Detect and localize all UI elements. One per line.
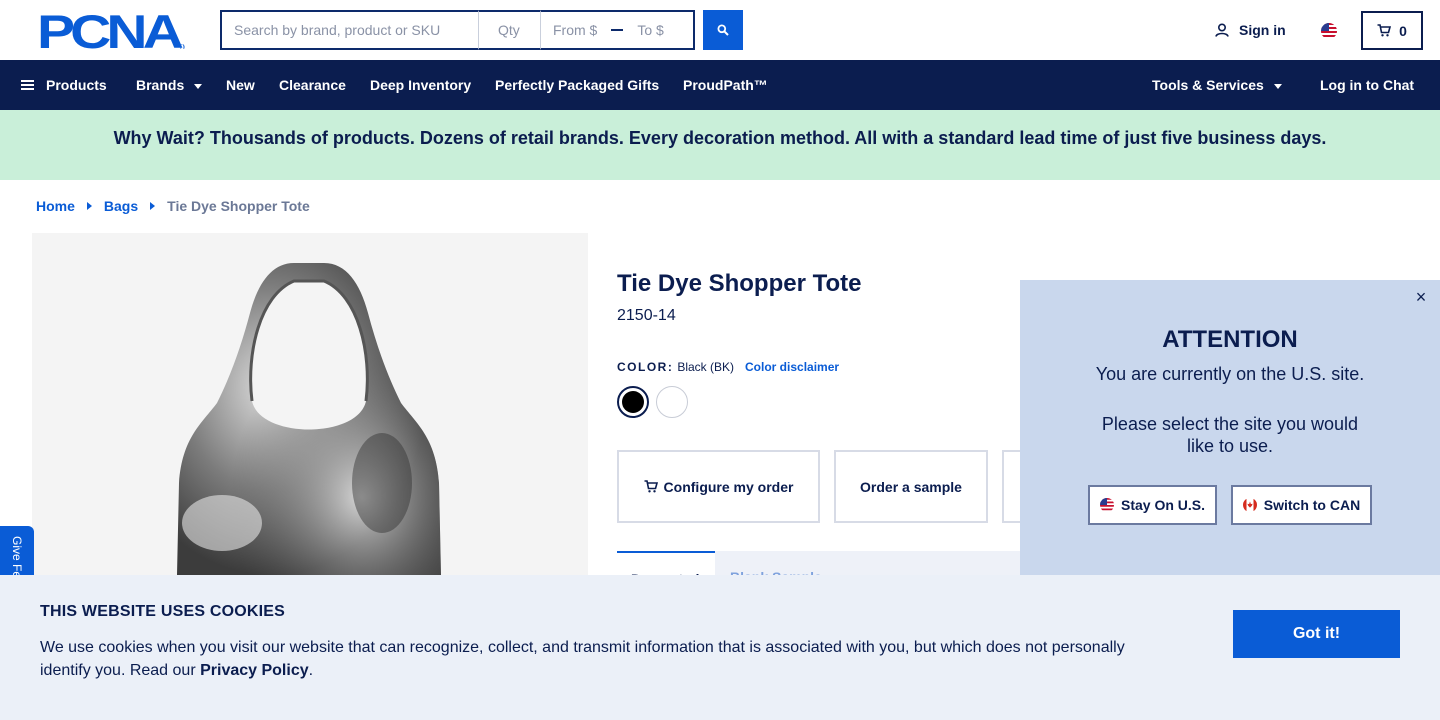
- search-input[interactable]: Search by brand, product or SKU: [220, 10, 478, 50]
- from-price-placeholder[interactable]: From $: [553, 22, 597, 38]
- sign-in-link[interactable]: Sign in: [1215, 22, 1286, 38]
- cookie-title: THIS WEBSITE USES COOKIES: [40, 603, 286, 620]
- to-price-placeholder[interactable]: To $: [637, 22, 663, 38]
- nav-new[interactable]: New: [226, 60, 255, 110]
- sign-in-label: Sign in: [1239, 22, 1286, 38]
- promo-banner: Why Wait? Thousands of products. Dozens …: [0, 110, 1440, 180]
- menu-icon: [21, 78, 34, 92]
- close-icon[interactable]: ×: [1412, 288, 1430, 306]
- cart-icon: [644, 480, 658, 493]
- breadcrumb-home[interactable]: Home: [36, 198, 75, 214]
- nav-clearance[interactable]: Clearance: [279, 60, 346, 110]
- nav-brands[interactable]: Brands: [136, 60, 203, 110]
- nav-chat-label: Log in to Chat: [1320, 77, 1415, 93]
- nav-tools-services[interactable]: Tools & Services: [1152, 60, 1282, 110]
- switch-can-button[interactable]: Switch to CAN: [1231, 485, 1372, 525]
- qty-input[interactable]: Qty: [478, 10, 540, 50]
- nav-products[interactable]: Products: [21, 60, 107, 110]
- logo-text: PCNA: [37, 12, 183, 50]
- give-feedback-label: Give Feedback: [10, 536, 24, 576]
- search-button[interactable]: [703, 10, 743, 50]
- nav-new-label: New: [226, 77, 255, 93]
- pcna-logo[interactable]: PCNA TM: [37, 12, 185, 50]
- accept-cookies-button[interactable]: Got it!: [1233, 610, 1400, 658]
- tab-decorated[interactable]: Decorated: [617, 551, 715, 575]
- qty-placeholder: Qty: [498, 22, 520, 38]
- color-label: COLOR:: [617, 360, 674, 374]
- cart-count: 0: [1399, 22, 1407, 39]
- breadcrumb-bags[interactable]: Bags: [104, 198, 138, 214]
- nav-gifts[interactable]: Perfectly Packaged Gifts: [495, 60, 659, 110]
- search-placeholder: Search by brand, product or SKU: [234, 22, 441, 38]
- nav-proudpath[interactable]: ProudPath™: [683, 60, 768, 110]
- switch-can-label: Switch to CAN: [1263, 497, 1361, 513]
- color-selector-row: COLOR: Black (BK) Color disclaimer: [617, 360, 839, 374]
- chevron-down-icon: [194, 83, 203, 89]
- pricing-tabs: Decorated Blank Sample: [617, 551, 1037, 575]
- top-header: PCNA TM Search by brand, product or SKU …: [0, 0, 1440, 60]
- nav-tools-label: Tools & Services: [1152, 77, 1264, 93]
- swatch-black[interactable]: [617, 386, 649, 418]
- promo-banner-text: Why Wait? Thousands of products. Dozens …: [113, 127, 1327, 148]
- range-dash: [611, 29, 624, 31]
- color-disclaimer-link[interactable]: Color disclaimer: [745, 360, 839, 374]
- modal-heading: ATTENTION: [1162, 326, 1298, 353]
- stay-us-button[interactable]: Stay On U.S.: [1088, 485, 1217, 525]
- nav-deep-inventory-label: Deep Inventory: [370, 77, 472, 93]
- price-range-input[interactable]: From $ To $: [540, 10, 695, 50]
- modal-current-site-text: You are currently on the U.S. site.: [1095, 364, 1365, 384]
- user-icon: [1215, 23, 1229, 37]
- swatch-white[interactable]: [656, 386, 688, 418]
- give-feedback-tab[interactable]: Give Feedback: [0, 526, 34, 576]
- breadcrumb-separator-icon: [150, 202, 156, 210]
- product-image[interactable]: [32, 233, 588, 575]
- main-nav: Products Brands New Clearance Deep Inven…: [0, 60, 1440, 110]
- order-sample-button[interactable]: Order a sample: [834, 450, 988, 523]
- tab-blank-sample[interactable]: Blank Sample: [730, 551, 822, 575]
- modal-select-text: Please select the site you would like to…: [1101, 414, 1359, 456]
- stay-us-label: Stay On U.S.: [1120, 497, 1206, 513]
- order-sample-label: Order a sample: [860, 478, 962, 495]
- configure-order-button[interactable]: Configure my order: [617, 450, 820, 523]
- nav-proudpath-label: ProudPath™: [683, 77, 768, 93]
- breadcrumb-separator-icon: [86, 202, 92, 210]
- tote-bag-image: [177, 263, 441, 575]
- nav-chat-login[interactable]: Log in to Chat: [1320, 60, 1414, 110]
- search-bar: Search by brand, product or SKU Qty From…: [220, 10, 743, 50]
- cookie-text-block: We use cookies when you visit our websit…: [40, 636, 1150, 682]
- us-flag-icon: [1099, 498, 1114, 512]
- color-value: Black (BK): [677, 360, 735, 374]
- us-flag-icon[interactable]: [1321, 23, 1337, 39]
- nav-gifts-label: Perfectly Packaged Gifts: [495, 77, 660, 93]
- chevron-down-icon: [1273, 83, 1282, 89]
- cookie-banner: THIS WEBSITE USES COOKIES We use cookies…: [0, 575, 1440, 720]
- product-title: Tie Dye Shopper Tote: [617, 270, 862, 297]
- nav-deep-inventory[interactable]: Deep Inventory: [370, 60, 471, 110]
- breadcrumb-current: Tie Dye Shopper Tote: [167, 198, 310, 214]
- nav-products-label: Products: [46, 77, 107, 93]
- site-select-modal: × ATTENTION You are currently on the U.S…: [1020, 280, 1440, 575]
- cart-icon: [1377, 24, 1392, 37]
- product-sku: 2150-14: [617, 307, 676, 324]
- canada-flag-icon: [1242, 498, 1257, 512]
- privacy-policy-link[interactable]: Privacy Policy: [200, 662, 309, 679]
- nav-brands-label: Brands: [136, 77, 185, 93]
- svg-text:TM: TM: [179, 45, 185, 50]
- nav-clearance-label: Clearance: [279, 77, 346, 93]
- cookie-text-period: .: [308, 662, 314, 679]
- configure-order-label: Configure my order: [663, 478, 794, 495]
- search-icon: [717, 24, 729, 36]
- breadcrumb: Home Bags Tie Dye Shopper Tote: [36, 198, 310, 214]
- cart-button[interactable]: 0: [1361, 11, 1423, 50]
